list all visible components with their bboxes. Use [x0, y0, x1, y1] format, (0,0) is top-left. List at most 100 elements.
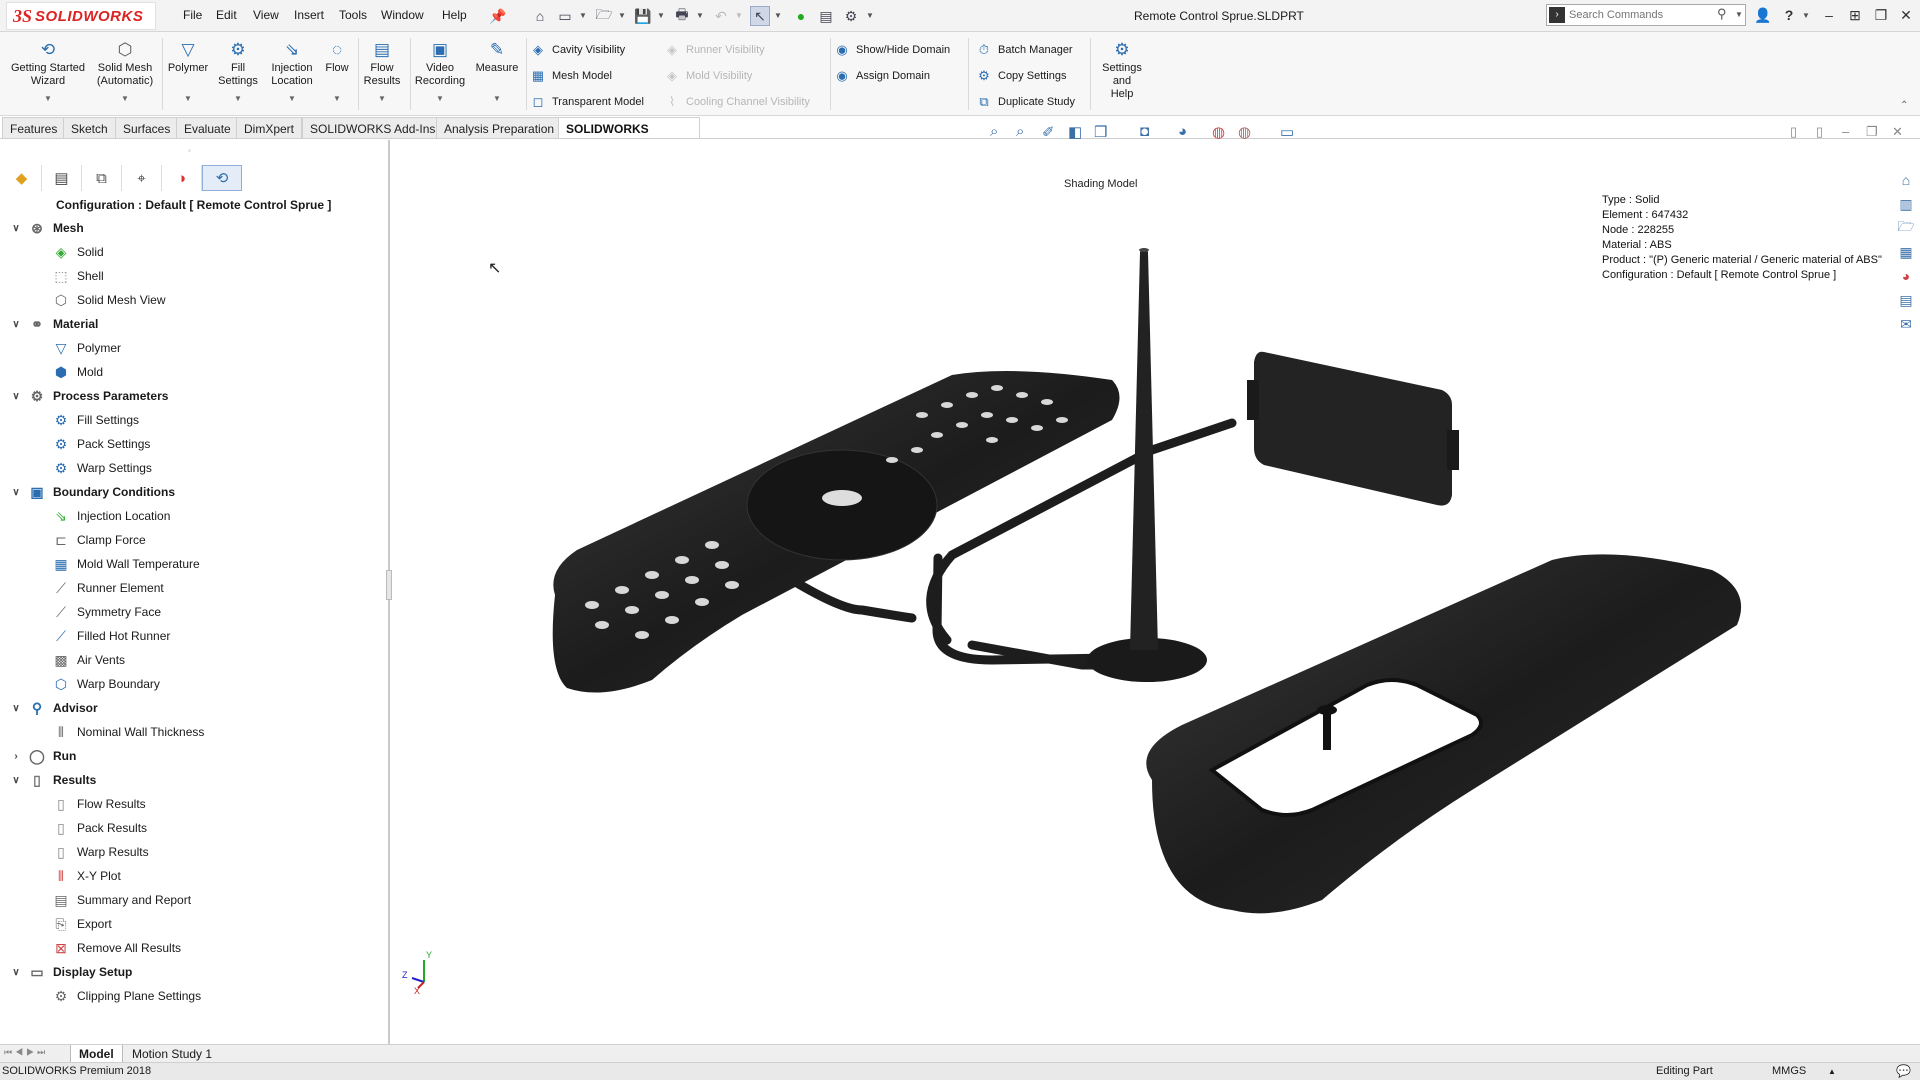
chevron-down-icon[interactable]: ▼ — [472, 92, 522, 105]
copy-settings-button[interactable]: ⚙ Copy Settings — [976, 66, 1066, 86]
apply-scene-icon[interactable]: ◍ — [1238, 123, 1251, 141]
chevron-down-icon[interactable]: ∨ — [10, 703, 22, 714]
chevron-down-icon[interactable]: ▼ — [214, 92, 262, 105]
tree-node-boundary-conditions[interactable]: ∨ ▣ Boundary Conditions — [10, 481, 175, 503]
tree-item-xy-plot[interactable]: ⫴ X-Y Plot — [52, 865, 121, 887]
chevron-down-icon[interactable]: ∨ — [10, 319, 22, 330]
options-gear-icon[interactable]: ⚙ — [841, 6, 861, 26]
appearances-icon[interactable]: ◕ — [1896, 266, 1916, 286]
tab-dimxpert[interactable]: DimXpert — [236, 117, 303, 139]
tree-node-advisor[interactable]: ∨ ⚲ Advisor — [10, 697, 97, 719]
viewport-split-icon[interactable]: ▯ — [1790, 124, 1797, 140]
file-explorer-icon[interactable]: 🗁 — [1896, 218, 1916, 238]
assign-domain-button[interactable]: ◉ Assign Domain — [834, 66, 930, 86]
menu-file[interactable]: File — [183, 8, 202, 22]
section-view-icon[interactable]: ◧ — [1068, 123, 1082, 141]
tree-item-warp-settings[interactable]: ⚙ Warp Settings — [52, 457, 152, 479]
help-icon[interactable]: ? — [1778, 5, 1800, 25]
cooling-channel-visibility-button[interactable]: ⌇ Cooling Channel Visibility — [664, 92, 810, 112]
select-dropdown-icon[interactable]: ▼ — [774, 11, 782, 20]
tree-item-pack-settings[interactable]: ⚙ Pack Settings — [52, 433, 151, 455]
flow-results-button[interactable]: ▤ Flow Results ▼ — [362, 38, 402, 105]
menu-view[interactable]: View — [253, 8, 279, 22]
viewport-close-icon[interactable]: ✕ — [1892, 124, 1903, 140]
flow-button[interactable]: ◌ Flow ▼ — [320, 38, 354, 105]
options-dropdown-icon[interactable]: ▼ — [866, 11, 874, 20]
undo-icon[interactable]: ↶ — [711, 6, 731, 26]
property-manager-icon[interactable]: ▤ — [42, 165, 82, 191]
search-commands-box[interactable]: › ⚲ ▼ — [1546, 4, 1746, 26]
dimxpert-manager-icon[interactable]: ⌖ — [122, 165, 162, 191]
custom-properties-icon[interactable]: ▤ — [1896, 290, 1916, 310]
tab-model[interactable]: Model — [70, 1045, 123, 1063]
chevron-down-icon[interactable]: ▼ — [6, 92, 90, 105]
configuration-manager-icon[interactable]: ⧉ — [82, 165, 122, 191]
tree-node-run[interactable]: › ◯ Run — [10, 745, 76, 767]
tree-item-warp-results[interactable]: ▯ Warp Results — [52, 841, 148, 863]
menu-tools[interactable]: Tools — [339, 8, 367, 22]
chevron-down-icon[interactable]: ∨ — [10, 487, 22, 498]
chevron-down-icon[interactable]: ▼ — [362, 92, 402, 105]
ribbon-collapse-icon[interactable]: ⌃ — [1900, 100, 1908, 111]
zoom-to-area-icon[interactable]: ⌕ — [1016, 123, 1024, 140]
units-dropdown-icon[interactable]: ▲ — [1828, 1063, 1836, 1080]
tree-item-solid-mesh-view[interactable]: ⬡ Solid Mesh View — [52, 289, 166, 311]
batch-manager-button[interactable]: ⏱ Batch Manager — [976, 40, 1073, 60]
tree-item-symmetry-face[interactable]: ⟋ Symmetry Face — [52, 601, 161, 623]
solid-mesh-automatic-button[interactable]: ⬡ Solid Mesh (Automatic) ▼ — [92, 38, 158, 105]
tab-evaluate[interactable]: Evaluate — [176, 117, 239, 139]
solidworks-resources-icon[interactable]: ⌂ — [1896, 170, 1916, 190]
chevron-down-icon[interactable]: ▼ — [412, 92, 468, 105]
tab-solidworks-plastics[interactable]: SOLIDWORKS Plastics — [558, 117, 700, 158]
mold-visibility-button[interactable]: ◈ Mold Visibility — [664, 66, 752, 86]
print-icon[interactable]: 🖶 — [672, 6, 692, 26]
tree-item-export[interactable]: ⎘ Export — [52, 913, 111, 935]
chevron-down-icon[interactable]: ∨ — [10, 391, 22, 402]
tree-item-summary-and-report[interactable]: ▤ Summary and Report — [52, 889, 191, 911]
search-icon[interactable]: ⚲ — [1717, 6, 1727, 22]
menu-edit[interactable]: Edit — [216, 8, 237, 22]
forum-icon[interactable]: ✉ — [1896, 314, 1916, 334]
view-orientation-icon[interactable]: ❒ — [1094, 123, 1107, 141]
tree-node-display-setup[interactable]: ∨ ▭ Display Setup — [10, 961, 132, 983]
chevron-down-icon[interactable]: ∨ — [10, 223, 22, 234]
open-dropdown-icon[interactable]: ▼ — [618, 11, 626, 20]
file-properties-icon[interactable]: ▤ — [816, 6, 836, 26]
chevron-down-icon[interactable]: ∨ — [10, 967, 22, 978]
tree-node-mesh[interactable]: ∨ ⊛ Mesh — [10, 217, 83, 239]
hide-show-items-icon[interactable]: ◕ — [1178, 123, 1187, 140]
status-units[interactable]: MMGS — [1772, 1063, 1806, 1080]
save-dropdown-icon[interactable]: ▼ — [657, 11, 665, 20]
tree-item-injection-location[interactable]: ⇘ Injection Location — [52, 505, 170, 527]
print-dropdown-icon[interactable]: ▼ — [696, 11, 704, 20]
viewport-minimize-icon[interactable]: – — [1842, 124, 1849, 139]
menu-help[interactable]: Help — [442, 8, 467, 22]
plastics-manager-icon[interactable]: ⟲ — [202, 165, 242, 191]
tab-sketch[interactable]: Sketch — [63, 117, 116, 139]
tree-item-fill-settings[interactable]: ⚙ Fill Settings — [52, 409, 139, 431]
chevron-down-icon[interactable]: ▼ — [164, 92, 212, 105]
tab-solidworks-addins[interactable]: SOLIDWORKS Add-Ins — [302, 117, 444, 139]
chevron-down-icon[interactable]: ▼ — [264, 92, 320, 105]
search-input[interactable] — [1569, 7, 1719, 23]
home-icon[interactable]: ⌂ — [530, 6, 550, 26]
panel-splitter-handle[interactable]: ◦ — [188, 146, 191, 155]
undo-dropdown-icon[interactable]: ▼ — [735, 11, 743, 20]
getting-started-wizard-button[interactable]: ⟲ Getting Started Wizard ▼ — [6, 38, 90, 105]
cavity-visibility-button[interactable]: ◈ Cavity Visibility — [530, 40, 625, 60]
tree-item-mold-wall-temperature[interactable]: ▦ Mold Wall Temperature — [52, 553, 199, 575]
tree-item-warp-boundary[interactable]: ⬡ Warp Boundary — [52, 673, 160, 695]
chevron-right-icon[interactable]: › — [10, 751, 22, 762]
tree-item-shell[interactable]: ⬚ Shell — [52, 265, 103, 287]
solidworks-logo[interactable]: 3S SOLIDWORKS — [6, 2, 156, 30]
settings-and-help-button[interactable]: ⚙ Settings and Help — [1096, 38, 1148, 101]
tree-item-clipping-plane-settings[interactable]: ⚙ Clipping Plane Settings — [52, 985, 201, 1007]
tree-node-material[interactable]: ∨ ⚭ Material — [10, 313, 98, 335]
fill-settings-button[interactable]: ⚙ Fill Settings ▼ — [214, 38, 262, 105]
new-dropdown-icon[interactable]: ▼ — [579, 11, 587, 20]
search-dropdown-icon[interactable]: ▼ — [1735, 10, 1743, 19]
rebuild-traffic-light-icon[interactable]: ● — [791, 6, 811, 26]
viewport-split2-icon[interactable]: ▯ — [1816, 124, 1823, 140]
pin-icon[interactable]: 📌 — [488, 6, 508, 26]
tree-item-remove-all-results[interactable]: ⊠ Remove All Results — [52, 937, 181, 959]
